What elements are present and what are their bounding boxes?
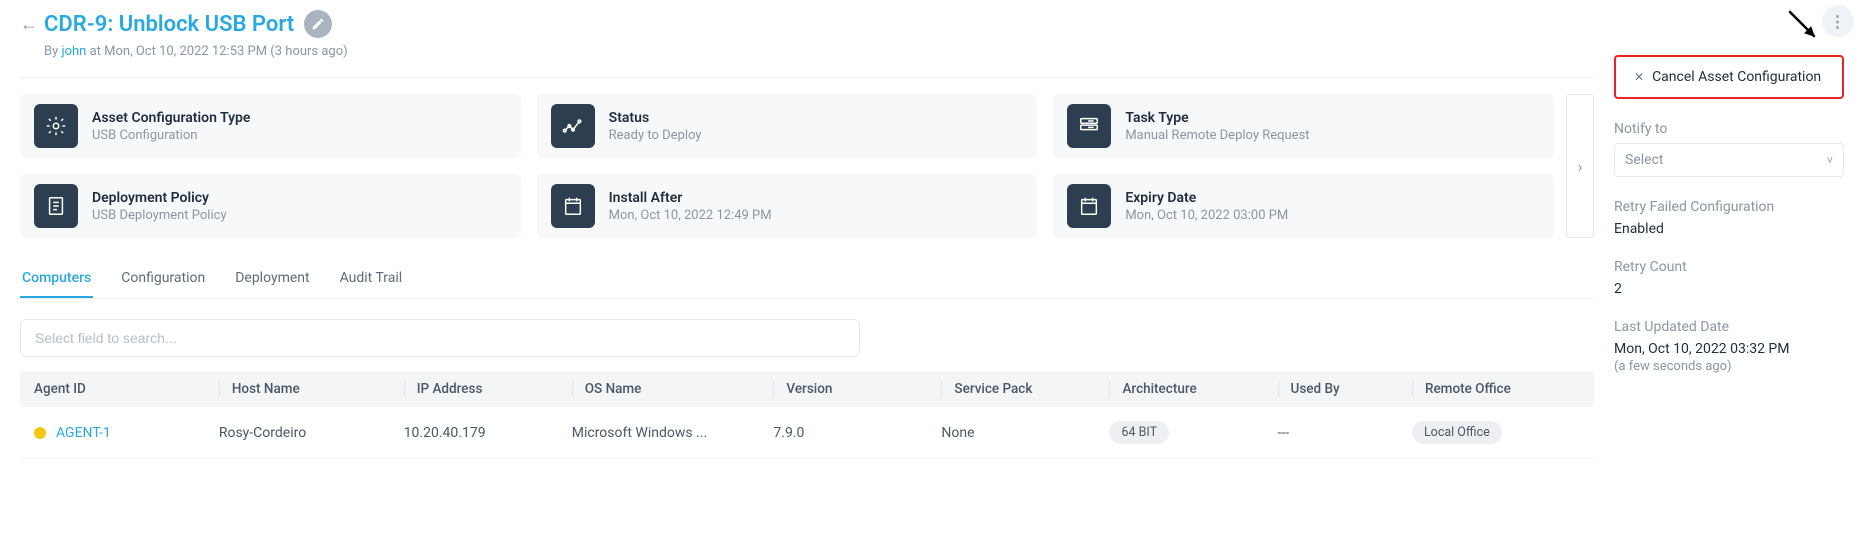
column-header[interactable]: Service Pack xyxy=(941,381,1109,397)
card-label: Expiry Date xyxy=(1125,190,1288,206)
tab-computers[interactable]: Computers xyxy=(20,260,93,298)
notify-to-label: Notify to xyxy=(1614,121,1844,137)
summary-card: Expiry Date Mon, Oct 10, 2022 03:00 PM xyxy=(1053,174,1554,238)
close-icon: ✕ xyxy=(1634,70,1644,84)
architecture-chip: 64 BIT xyxy=(1109,421,1169,444)
more-vertical-icon: ⋮ xyxy=(1830,12,1847,31)
summary-card: Status Ready to Deploy xyxy=(537,94,1038,158)
service-pack: None xyxy=(941,425,1109,441)
table-row: AGENT-1 Rosy-Cordeiro10.20.40.179Microsof… xyxy=(20,407,1594,459)
doc-icon xyxy=(34,184,78,228)
last-updated-value: Mon, Oct 10, 2022 03:32 PM xyxy=(1614,341,1844,357)
card-value: Ready to Deploy xyxy=(609,128,702,143)
cal-icon xyxy=(551,184,595,228)
chevron-down-icon: ˅ xyxy=(1827,154,1833,167)
annotation-arrow xyxy=(1784,8,1824,52)
column-header[interactable]: Used By xyxy=(1278,381,1412,397)
remote-office-chip: Local Office xyxy=(1412,421,1502,444)
card-value: Mon, Oct 10, 2022 12:49 PM xyxy=(609,208,772,223)
card-label: Install After xyxy=(609,190,772,206)
summary-card: Install After Mon, Oct 10, 2022 12:49 PM xyxy=(537,174,1038,238)
cal-icon xyxy=(1067,184,1111,228)
status-dot-icon xyxy=(34,427,46,439)
last-updated-label: Last Updated Date xyxy=(1614,319,1844,335)
author-link[interactable]: john xyxy=(61,44,86,59)
edit-button[interactable] xyxy=(304,10,332,38)
tab-deployment[interactable]: Deployment xyxy=(233,260,311,298)
chevron-right-icon: › xyxy=(1578,157,1583,176)
column-header[interactable]: Architecture xyxy=(1109,381,1277,397)
card-value: USB Deployment Policy xyxy=(92,208,227,223)
gear-icon xyxy=(34,104,78,148)
card-value: USB Configuration xyxy=(92,128,250,143)
retry-count-value: 2 xyxy=(1614,281,1844,297)
byline: By john at Mon, Oct 10, 2022 12:53 PM (3… xyxy=(44,44,1594,59)
column-header[interactable]: Agent ID xyxy=(34,381,219,397)
card-label: Deployment Policy xyxy=(92,190,227,206)
card-label: Task Type xyxy=(1125,110,1309,126)
summary-card: Task Type Manual Remote Deploy Request xyxy=(1053,94,1554,158)
used-by: --- xyxy=(1278,425,1412,441)
card-label: Asset Configuration Type xyxy=(92,110,250,126)
tab-audit-trail[interactable]: Audit Trail xyxy=(338,260,405,298)
os-name: Microsoft Windows ... xyxy=(572,425,774,441)
graph-icon xyxy=(551,104,595,148)
ip-address: 10.20.40.179 xyxy=(404,425,572,441)
pencil-icon xyxy=(311,17,325,31)
column-header[interactable]: IP Address xyxy=(404,381,572,397)
more-actions-button[interactable]: ⋮ xyxy=(1822,5,1854,37)
tab-configuration[interactable]: Configuration xyxy=(119,260,207,298)
column-header[interactable]: Host Name xyxy=(219,381,404,397)
card-value: Manual Remote Deploy Request xyxy=(1125,128,1309,143)
last-updated-subtext: (a few seconds ago) xyxy=(1614,359,1844,374)
cards-scroll-right-button[interactable]: › xyxy=(1566,94,1594,238)
column-header[interactable]: Version xyxy=(773,381,941,397)
retry-failed-label: Retry Failed Configuration xyxy=(1614,199,1844,215)
version: 7.9.0 xyxy=(773,425,941,441)
retry-failed-value: Enabled xyxy=(1614,221,1844,237)
summary-card: Asset Configuration Type USB Configuratio… xyxy=(20,94,521,158)
card-label: Status xyxy=(609,110,702,126)
notify-to-select[interactable]: Select ˅ xyxy=(1614,143,1844,177)
server-icon xyxy=(1067,104,1111,148)
retry-count-label: Retry Count xyxy=(1614,259,1844,275)
host-name: Rosy-Cordeiro xyxy=(219,425,404,441)
card-value: Mon, Oct 10, 2022 03:00 PM xyxy=(1125,208,1288,223)
column-header[interactable]: OS Name xyxy=(572,381,774,397)
back-arrow[interactable]: ← xyxy=(20,14,38,35)
agent-id-link[interactable]: AGENT-1 xyxy=(56,425,111,441)
page-title: CDR-9: Unblock USB Port xyxy=(44,12,294,37)
column-header[interactable]: Remote Office xyxy=(1412,381,1580,397)
summary-card: Deployment Policy USB Deployment Policy xyxy=(20,174,521,238)
cancel-asset-configuration-button[interactable]: ✕ Cancel Asset Configuration xyxy=(1614,55,1844,99)
search-input[interactable] xyxy=(20,319,860,357)
